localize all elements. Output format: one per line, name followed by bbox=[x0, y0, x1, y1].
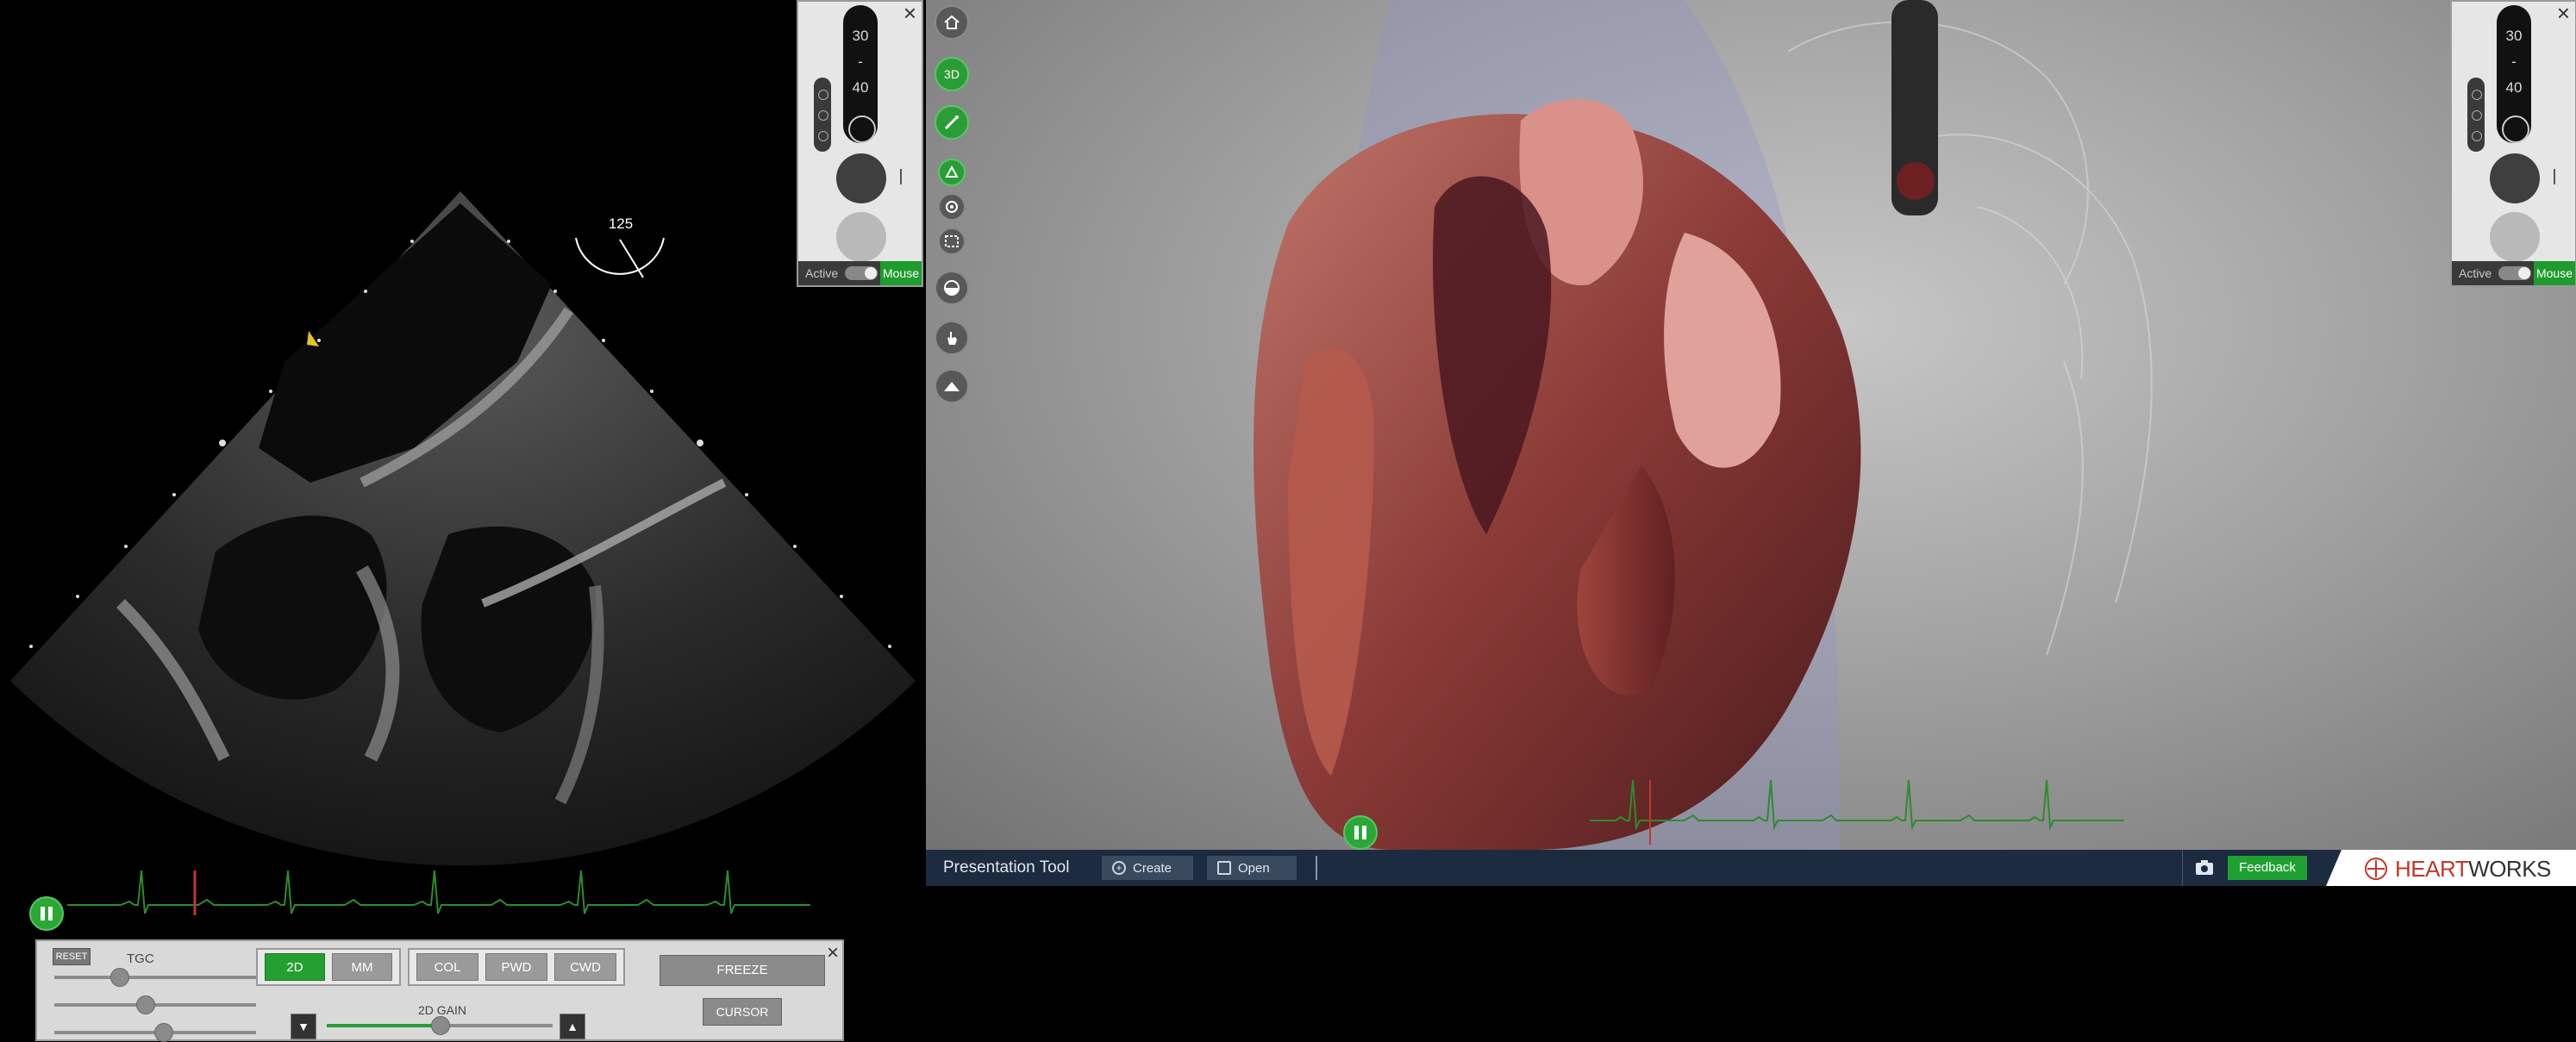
mode-2d-button[interactable]: 2D bbox=[265, 953, 325, 981]
probe-control-panel-right: × 30 - 40 Active Mouse bbox=[2450, 0, 2576, 287]
close-icon[interactable]: × bbox=[903, 2, 916, 24]
slider-thumb[interactable] bbox=[109, 968, 129, 987]
camera-icon[interactable] bbox=[2195, 858, 2214, 876]
scene-toolbar: 3D bbox=[926, 0, 978, 414]
external-link-icon bbox=[1217, 861, 1231, 875]
chevron-down-icon[interactable]: ▼ bbox=[291, 1014, 316, 1039]
close-icon[interactable]: × bbox=[2557, 2, 2570, 24]
probe-panel-footer: Active Mouse bbox=[2452, 261, 2575, 285]
landscape-icon[interactable] bbox=[935, 369, 969, 403]
heart-model bbox=[1254, 0, 2153, 850]
echo-control-panel: × RESET TGC 2D MM COL PWD CWD 2D GAIN ▼ … bbox=[35, 939, 844, 1042]
presentation-bar: Presentation Tool + Create Open Feedback… bbox=[926, 850, 2576, 886]
knob-marker bbox=[900, 169, 905, 184]
3d-view-icon[interactable]: 3D bbox=[935, 57, 969, 91]
home-icon[interactable] bbox=[935, 5, 969, 40]
freeze-button[interactable]: FREEZE bbox=[660, 955, 825, 986]
reset-button[interactable]: RESET bbox=[53, 948, 91, 965]
create-label: Create bbox=[1133, 860, 1172, 876]
tgc-slider-1[interactable] bbox=[54, 968, 256, 987]
knob-marker bbox=[2554, 169, 2559, 184]
hand-icon[interactable] bbox=[935, 321, 969, 355]
probe-tip-slider[interactable] bbox=[814, 78, 831, 152]
plus-icon: + bbox=[1112, 861, 1126, 875]
angle-value: 125 bbox=[608, 215, 634, 232]
dial-value-30: 30 bbox=[852, 28, 869, 44]
probe-angle-dial[interactable]: 30 - 40 bbox=[2497, 5, 2531, 143]
heartworks-logo-icon bbox=[2365, 858, 2387, 880]
chevron-up-icon[interactable]: ▲ bbox=[560, 1014, 585, 1039]
probe-lr-knob[interactable] bbox=[2490, 212, 2540, 262]
tgc-slider-3[interactable] bbox=[54, 1023, 256, 1042]
echo-sector-image bbox=[10, 191, 916, 915]
probe-tip-slider[interactable] bbox=[2467, 78, 2485, 152]
close-icon[interactable]: × bbox=[827, 941, 839, 965]
mouse-label[interactable]: Mouse bbox=[2534, 261, 2575, 285]
col-button[interactable]: COL bbox=[416, 953, 478, 981]
2d-gain-slider[interactable] bbox=[327, 1016, 553, 1035]
probe-lr-knob[interactable] bbox=[836, 212, 886, 262]
mode-button-group: 2D MM bbox=[256, 948, 401, 986]
probe-icon[interactable] bbox=[935, 105, 969, 140]
cursor-button[interactable]: CURSOR bbox=[703, 998, 782, 1026]
2d-gain-label: 2D GAIN bbox=[418, 1003, 467, 1017]
probe-rotation-icon bbox=[848, 115, 876, 143]
active-label: Active bbox=[805, 266, 839, 280]
active-mouse-toggle[interactable] bbox=[845, 266, 878, 280]
heartworks-logo: HEARTWORKS bbox=[2326, 850, 2576, 886]
active-mouse-toggle[interactable] bbox=[2498, 266, 2531, 280]
slice-icon[interactable] bbox=[935, 271, 969, 305]
mode-mm-button[interactable]: MM bbox=[332, 953, 392, 981]
probe-flex-knob[interactable] bbox=[2490, 153, 2540, 203]
probe-flex-knob[interactable] bbox=[836, 153, 886, 203]
tgc-slider-2[interactable] bbox=[54, 995, 256, 1014]
probe-control-panel-left: × 30 - 40 Active Mouse bbox=[797, 0, 923, 287]
slider-thumb[interactable] bbox=[431, 1016, 450, 1035]
open-button[interactable]: Open bbox=[1207, 856, 1297, 880]
feedback-button[interactable]: Feedback bbox=[2228, 856, 2307, 880]
open-label: Open bbox=[1238, 860, 1270, 876]
divider bbox=[1316, 856, 1317, 880]
dial-value-dash: - bbox=[2511, 53, 2517, 70]
echo-pause-button[interactable] bbox=[29, 896, 64, 931]
target-icon[interactable] bbox=[938, 193, 966, 221]
tgc-label: TGC bbox=[127, 952, 154, 966]
probe-angle-dial[interactable]: 30 - 40 bbox=[843, 5, 878, 143]
scene-pause-button[interactable] bbox=[1343, 815, 1378, 850]
presentation-tool-title: Presentation Tool bbox=[943, 858, 1070, 877]
dial-value-dash: - bbox=[858, 53, 863, 70]
active-label: Active bbox=[2459, 266, 2492, 280]
divider bbox=[2182, 850, 2183, 886]
echo-view: 125 bbox=[0, 0, 926, 1041]
dial-value-30: 30 bbox=[2505, 28, 2523, 44]
probe-panel-footer: Active Mouse bbox=[798, 261, 922, 285]
crop-icon[interactable] bbox=[938, 228, 966, 255]
brand-text: HEARTWORKS bbox=[2395, 856, 2551, 882]
dial-value-40: 40 bbox=[852, 79, 869, 96]
dial-value-40: 40 bbox=[2505, 79, 2523, 96]
mouse-label[interactable]: Mouse bbox=[880, 261, 922, 285]
structures-icon[interactable] bbox=[938, 159, 966, 186]
pwd-button[interactable]: PWD bbox=[485, 953, 547, 981]
slider-thumb[interactable] bbox=[154, 1023, 174, 1042]
echo-ecg-trace bbox=[67, 870, 810, 914]
gain-fill bbox=[327, 1024, 440, 1027]
create-button[interactable]: + Create bbox=[1102, 856, 1193, 880]
heart-3d-view[interactable] bbox=[926, 0, 2576, 850]
probe-rotation-icon bbox=[2502, 115, 2529, 143]
slider-thumb[interactable] bbox=[136, 995, 156, 1014]
cwd-button[interactable]: CWD bbox=[554, 953, 616, 981]
doppler-button-group: COL PWD CWD bbox=[408, 948, 625, 986]
angle-indicator-arc bbox=[575, 237, 665, 275]
